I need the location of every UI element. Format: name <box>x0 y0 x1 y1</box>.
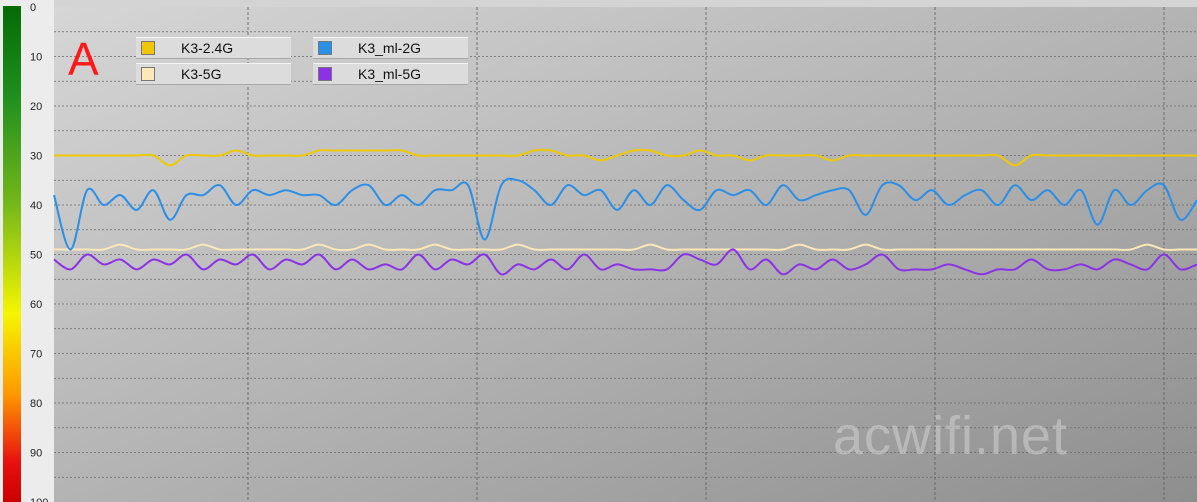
legend-swatch <box>141 67 155 81</box>
y-tick-label: 70 <box>30 349 42 361</box>
y-tick-label: 60 <box>30 299 42 311</box>
legend: K3-2.4G K3-5G K3_ml-2G K3_ml-5G <box>136 37 468 89</box>
legend-label: K3_ml-2G <box>358 40 422 56</box>
y-tick-label: 20 <box>30 101 42 113</box>
legend-label: K3-5G <box>181 66 222 82</box>
legend-swatch <box>318 41 332 55</box>
y-tick-label: 90 <box>30 448 42 460</box>
legend-item-k3-ml-5g: K3_ml-5G <box>313 63 468 85</box>
legend-item-k3-5g: K3-5G <box>136 63 291 85</box>
legend-item-k3-2.4g: K3-2.4G <box>136 37 291 59</box>
legend-item-k3-ml-2g: K3_ml-2G <box>313 37 468 59</box>
y-tick-label: 80 <box>30 398 42 410</box>
legend-swatch <box>141 41 155 55</box>
legend-label: K3_ml-5G <box>358 66 422 82</box>
panel-label: A <box>68 33 99 85</box>
y-tick-label: 50 <box>30 250 42 262</box>
y-tick-label: 30 <box>30 151 42 163</box>
legend-swatch <box>318 67 332 81</box>
watermark: acwifi.net <box>833 406 1069 466</box>
y-tick-label: 40 <box>30 200 42 212</box>
y-tick-label: 0 <box>30 2 36 14</box>
legend-label: K3-2.4G <box>181 40 234 56</box>
y-tick-label: 10 <box>30 52 42 64</box>
y-tick-label: 100 <box>30 497 48 502</box>
